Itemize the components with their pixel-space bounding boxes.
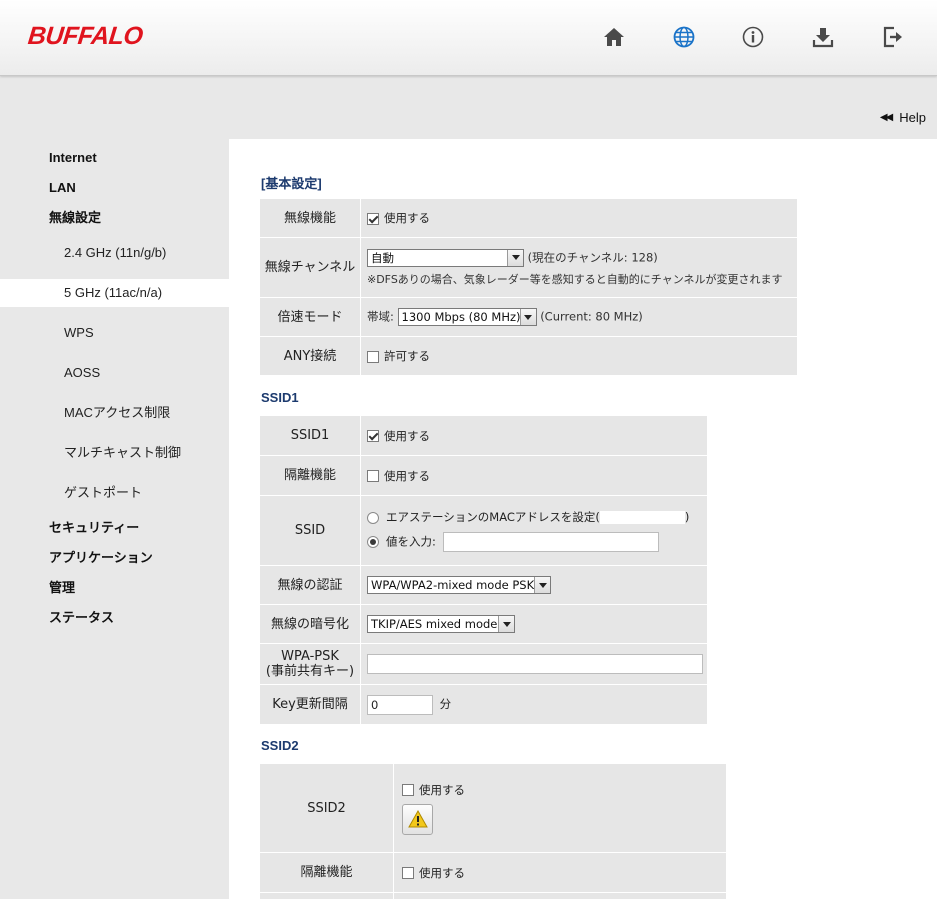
chevron-down-icon [498, 616, 514, 632]
ssid1-cell: 使用する [361, 416, 707, 456]
key-interval-label: Key更新間隔 [260, 685, 361, 725]
warning-button[interactable] [402, 803, 433, 835]
buffalo-logo[interactable]: BUFFALO [26, 22, 144, 51]
ssid-value-radio[interactable] [367, 536, 379, 548]
ssid2-isolation-label: 隔離機能 [260, 853, 394, 893]
ssid-mac-close: ) [684, 510, 690, 524]
key-interval-input[interactable]: 0 [367, 694, 433, 715]
psk-label: WPA-PSK (事前共有キー) [260, 644, 361, 685]
ssid1-table: SSID1 使用する 隔離機能 使用する SSID エアステーションのMACアド… [260, 416, 707, 725]
chevron-down-icon [534, 577, 550, 593]
chevron-down-icon [507, 249, 523, 266]
isolation-checkbox[interactable] [367, 470, 379, 482]
channel-select[interactable]: 自動 [367, 248, 524, 267]
logout-icon[interactable] [880, 24, 906, 50]
any-connect-cell: 許可する [361, 337, 797, 376]
ssid2-isolation-checkbox[interactable] [402, 867, 414, 879]
dfs-note: ※DFSありの場合、気象レーダー等を感知すると自動的にチャンネルが変更されます [367, 272, 783, 286]
ssid2-isolation-use-label: 使用する [419, 865, 465, 880]
content-panel: [基本設定] 無線機能 使用する 無線チャンネル 自動 (現在のチャンネル: 1… [229, 139, 937, 899]
help-label: Help [899, 110, 926, 125]
isolation-label: 隔離機能 [260, 456, 361, 496]
sidebar-item-lan[interactable]: LAN [0, 173, 229, 203]
ssid-label: SSID [260, 496, 361, 566]
download-icon[interactable] [810, 24, 836, 50]
chevron-down-icon [519, 309, 536, 325]
key-interval-cell: 0 分 [361, 685, 707, 725]
ssid2-next-row-cell [394, 893, 726, 899]
ssid2-label: SSID2 [260, 764, 394, 853]
encryption-cell: TKIP/AES mixed mode [361, 605, 707, 644]
sidebar-item-wireless[interactable]: 無線設定 [0, 203, 229, 233]
ssid1-use-label: 使用する [384, 428, 430, 443]
info-icon[interactable] [740, 24, 766, 50]
ssid-cell: エアステーションのMACアドレスを設定() 値を入力: [361, 496, 707, 566]
sidebar-item-applications[interactable]: アプリケーション [0, 543, 229, 573]
sidebar-item-security[interactable]: セキュリティー [0, 513, 229, 543]
ssid-mac-radio[interactable] [367, 511, 379, 524]
wireless-cell: 使用する [361, 199, 797, 238]
channel-label: 無線チャンネル [260, 238, 361, 298]
globe-icon[interactable] [671, 24, 697, 50]
top-bar: BUFFALO [0, 0, 937, 76]
sidebar-item-aoss[interactable]: AOSS [0, 353, 229, 393]
home-icon[interactable] [601, 24, 627, 50]
warning-icon [407, 810, 428, 828]
help-toggle[interactable]: ◀◀ Help [880, 110, 926, 125]
sidebar-item-wps[interactable]: WPS [0, 313, 229, 353]
ssid-mac-option-label: エアステーションのMACアドレスを設定( [386, 510, 600, 524]
speed-mode-label: 倍速モード [260, 298, 361, 337]
ssid2-table: SSID2 使用する 隔離機能 使用する [260, 764, 726, 899]
sidebar-item-mac-access[interactable]: MACアクセス制限 [0, 393, 229, 433]
isolation-cell: 使用する [361, 456, 707, 496]
wireless-checkbox[interactable] [367, 212, 379, 225]
current-channel: (現在のチャンネル: 128) [527, 250, 658, 264]
ssid-value-option-label: 値を入力: [386, 534, 436, 549]
sidebar-item-multicast[interactable]: マルチキャスト制御 [0, 433, 229, 473]
basic-settings-table: 無線機能 使用する 無線チャンネル 自動 (現在のチャンネル: 128) ※DF… [260, 199, 797, 376]
basic-settings-title: [基本設定] [261, 176, 322, 191]
isolation-use-label: 使用する [384, 468, 430, 483]
auth-label: 無線の認証 [260, 566, 361, 605]
key-interval-unit: 分 [439, 697, 452, 711]
auth-select[interactable]: WPA/WPA2-mixed mode PSK [367, 576, 551, 594]
psk-label-line1: WPA-PSK [281, 649, 339, 664]
double-left-arrow-icon: ◀◀ [879, 112, 893, 123]
wireless-label: 無線機能 [260, 199, 361, 238]
sidebar-item-guest-port[interactable]: ゲストポート [0, 473, 229, 513]
psk-label-line2: (事前共有キー) [265, 664, 355, 679]
ssid2-checkbox[interactable] [402, 784, 414, 796]
ssid2-use-label: 使用する [419, 782, 465, 797]
sidebar-item-status[interactable]: ステータス [0, 603, 229, 633]
current-bandwidth: (Current: 80 MHz) [540, 309, 643, 324]
ssid1-checkbox[interactable] [367, 430, 379, 442]
any-connect-checkbox[interactable] [367, 350, 379, 363]
ssid1-label: SSID1 [260, 416, 361, 456]
speed-mode-cell: 帯域: 1300 Mbps (80 MHz) (Current: 80 MHz) [361, 298, 797, 337]
any-allow-label: 許可する [384, 349, 430, 363]
speed-mode-select[interactable]: 1300 Mbps (80 MHz) [397, 308, 537, 326]
encryption-label: 無線の暗号化 [260, 605, 361, 644]
ssid-input[interactable] [442, 532, 659, 552]
encryption-select[interactable]: TKIP/AES mixed mode [367, 615, 515, 633]
ssid2-isolation-cell: 使用する [394, 853, 726, 893]
psk-cell [361, 644, 707, 685]
sidebar-nav: Internet LAN 無線設定 2.4 GHz (11n/g/b) 5 GH… [0, 140, 229, 633]
channel-cell: 自動 (現在のチャンネル: 128) ※DFSありの場合、気象レーダー等を感知す… [361, 238, 797, 298]
psk-input[interactable] [367, 654, 703, 674]
auth-cell: WPA/WPA2-mixed mode PSK [361, 566, 707, 605]
ssid1-title: SSID1 [261, 390, 299, 405]
sidebar-item-24ghz[interactable]: 2.4 GHz (11n/g/b) [0, 233, 229, 273]
any-connect-label: ANY接続 [260, 337, 361, 376]
sidebar-item-admin[interactable]: 管理 [0, 573, 229, 603]
sidebar-item-internet[interactable]: Internet [0, 143, 229, 173]
ssid2-next-row-label [260, 893, 394, 899]
sidebar-item-5ghz[interactable]: 5 GHz (11ac/n/a) [0, 279, 229, 307]
band-label: 帯域: [367, 309, 394, 324]
wireless-use-label: 使用する [384, 211, 430, 225]
ssid2-cell: 使用する [394, 764, 726, 853]
mac-address-field [599, 511, 685, 524]
ssid2-title: SSID2 [261, 738, 299, 753]
